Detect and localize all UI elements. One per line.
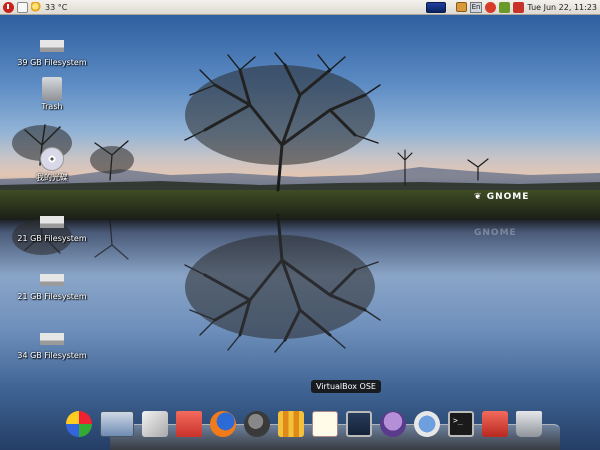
virtualbox-icon[interactable] <box>346 411 372 437</box>
top-panel: 33 °C En Tue Jun 22, 11:23 <box>0 0 600 15</box>
desktop-icon-label: 21 GB Filesystem <box>17 292 87 301</box>
firefox-icon[interactable] <box>210 411 236 437</box>
drive-icon <box>40 33 64 57</box>
battery-icon[interactable] <box>499 1 511 13</box>
gimp-icon[interactable] <box>244 411 270 437</box>
drive-icon <box>40 209 64 233</box>
gnome-logo-reflection: GNOME <box>474 228 517 238</box>
network-icon[interactable] <box>425 1 446 13</box>
cd-icon <box>40 147 64 171</box>
temperature-label[interactable]: 33 °C <box>45 3 67 12</box>
dock-tooltip: VirtualBox OSE <box>311 380 381 393</box>
thunderbird-icon[interactable] <box>414 411 440 437</box>
folder-red-icon[interactable] <box>482 411 508 437</box>
dock: >_ <box>66 403 550 437</box>
gnome-logo: ❦ GNOME <box>474 192 529 202</box>
power-icon[interactable] <box>3 1 14 13</box>
desktop-icon-label: Trash <box>41 102 63 111</box>
terminal-prompt: >_ <box>453 416 463 425</box>
desktop-icon-filesystem-39gb[interactable]: 39 GB Filesystem <box>16 33 88 67</box>
pinwheel-icon[interactable] <box>66 411 92 437</box>
panel-icon[interactable] <box>100 411 134 437</box>
desktop-icon-label: 我的光碟 <box>36 173 68 182</box>
desktop-icon-filesystem-21gb-1[interactable]: 21 GB Filesystem <box>16 209 88 243</box>
panel-right: En Tue Jun 22, 11:23 <box>425 0 597 15</box>
update-icon[interactable] <box>485 1 497 13</box>
desktop-icon-label: 21 GB Filesystem <box>17 234 87 243</box>
box-icon[interactable] <box>142 411 168 437</box>
desktop-icon-trash[interactable]: Trash <box>16 77 88 111</box>
gnome-foot-icon: ❦ <box>474 192 487 202</box>
weather-icon[interactable] <box>31 1 42 13</box>
trash-icon <box>42 77 62 101</box>
package-icon[interactable] <box>455 2 467 12</box>
drive-icon <box>40 326 64 350</box>
gnome-reflection-text: GNOME <box>474 228 517 238</box>
desktop-icon-filesystem-34gb[interactable]: 34 GB Filesystem <box>16 326 88 360</box>
gnome-logo-text: GNOME <box>486 192 530 202</box>
trash-icon[interactable] <box>516 411 542 437</box>
desktop-icon-filesystem-21gb-2[interactable]: 21 GB Filesystem <box>16 267 88 301</box>
desktop-icon-label: 34 GB Filesystem <box>17 351 87 360</box>
desktop-icon-cd[interactable]: 我的光碟 <box>16 147 88 183</box>
clock[interactable]: Tue Jun 22, 11:23 <box>527 3 597 12</box>
text-editor-icon[interactable] <box>17 1 28 13</box>
desktop-icon-label: 39 GB Filesystem <box>17 58 87 67</box>
notes-icon[interactable] <box>312 411 338 437</box>
keyboard-layout-indicator[interactable]: En <box>469 1 483 13</box>
folder-icon[interactable] <box>176 411 202 437</box>
panel-left: 33 °C <box>3 0 71 15</box>
terminal-icon[interactable]: >_ <box>448 411 474 437</box>
drive-icon <box>40 267 64 291</box>
chart-icon[interactable] <box>278 411 304 437</box>
mail-icon[interactable] <box>513 1 525 13</box>
pidgin-icon[interactable] <box>380 411 406 437</box>
